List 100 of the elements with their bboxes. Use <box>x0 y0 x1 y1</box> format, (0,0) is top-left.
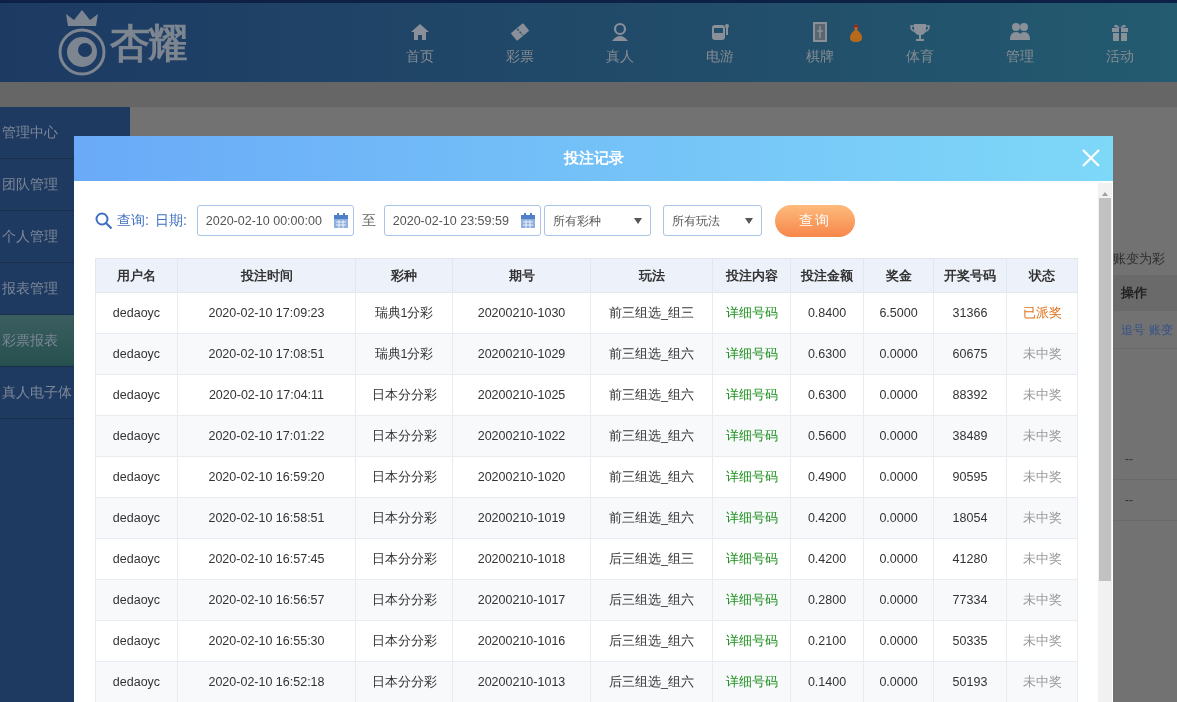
table-cell: 日本分分彩 <box>355 456 453 498</box>
column-header: 操作 <box>1113 275 1177 311</box>
table-cell: dedaoyc <box>95 497 178 539</box>
column-header: 投注金额 <box>790 258 864 293</box>
table-cell: dedaoyc <box>95 456 178 498</box>
status-text: 未中奖 <box>1006 415 1078 457</box>
nav-item[interactable]: 首页 <box>370 18 470 67</box>
table-cell: 60675 <box>933 333 1007 375</box>
scrollbar[interactable] <box>1098 183 1112 702</box>
gourd-icon <box>849 22 863 43</box>
column-header: 状态 <box>1006 258 1078 293</box>
person-icon <box>609 20 631 43</box>
table-cell: 0.0000 <box>863 374 934 416</box>
table-cell: 前三组选_组三 <box>590 292 713 334</box>
lottery-select[interactable]: 所有彩种 <box>543 205 651 236</box>
status-text: 未中奖 <box>1006 620 1078 662</box>
table-cell: 0.0000 <box>863 497 934 539</box>
table-cell: 0.0000 <box>863 456 934 498</box>
table-cell: 38489 <box>933 415 1007 457</box>
table-cell: 0.4200 <box>790 497 864 539</box>
column-header: 投注内容 <box>712 258 791 293</box>
table-cell: 0.0000 <box>863 579 934 621</box>
table-cell: 0.1400 <box>790 661 864 702</box>
table-cell: 0.8400 <box>790 292 864 334</box>
table-cell: dedaoyc <box>95 292 178 334</box>
play-select[interactable]: 所有玩法 <box>662 205 762 236</box>
status-text: 未中奖 <box>1006 661 1078 702</box>
table-cell: 0.0000 <box>863 333 934 375</box>
status-text: 未中奖 <box>1006 579 1078 621</box>
table-cell: 日本分分彩 <box>355 538 453 580</box>
date-label: 日期: <box>154 211 187 230</box>
status-text: 未中奖 <box>1006 374 1078 416</box>
query-button[interactable]: 查询 <box>774 204 855 237</box>
nav-item[interactable]: 彩票 <box>470 18 570 67</box>
table-cell: 6.5000 <box>863 292 934 334</box>
table-cell: 0.0000 <box>863 538 934 580</box>
table-cell: 20200210-1016 <box>452 620 591 662</box>
column-header: 期号 <box>452 258 591 293</box>
column-header: 玩法 <box>590 258 713 293</box>
table-cell: dedaoyc <box>95 579 178 621</box>
table-cell: 0.4900 <box>790 456 864 498</box>
table-cell: 0.6300 <box>790 333 864 375</box>
table-cell-text: -- <box>1125 451 1133 468</box>
nav-item[interactable]: 体育 <box>870 18 970 67</box>
table-cell: 88392 <box>933 374 1007 416</box>
table-cell: 2020-02-10 16:56:57 <box>177 579 356 621</box>
table-cell-text: -- <box>1125 492 1133 509</box>
status-text: 已派奖 <box>1006 292 1078 334</box>
column-header: 开奖号码 <box>933 258 1007 293</box>
status-text: 未中奖 <box>1006 497 1078 539</box>
table-cell: 20200210-1025 <box>452 374 591 416</box>
column-header: 投注时间 <box>177 258 356 293</box>
logo-text: 杏耀 <box>110 22 186 63</box>
table-cell: 0.2800 <box>790 579 864 621</box>
table-cell: 2020-02-10 16:59:20 <box>177 456 356 498</box>
table-cell: 0.0000 <box>863 620 934 662</box>
table-cell: 日本分分彩 <box>355 620 453 662</box>
table-cell: 瑞典1分彩 <box>355 292 453 334</box>
table-cell: 20200210-1013 <box>452 661 591 702</box>
end-date-field[interactable]: 2020-02-10 23:59:59 <box>383 205 541 236</box>
table-cell: 20200210-1030 <box>452 292 591 334</box>
table-cell: 2020-02-10 17:01:22 <box>177 415 356 457</box>
nav-item[interactable]: 棋牌 <box>770 18 870 67</box>
table-cell: 0.0000 <box>863 661 934 702</box>
range-separator: 至 <box>361 211 376 230</box>
table-cell: 前三组选_组六 <box>590 415 713 457</box>
status-text: 未中奖 <box>1006 456 1078 498</box>
close-button[interactable] <box>1081 147 1101 167</box>
status-text: 未中奖 <box>1006 333 1078 375</box>
table-cell: 日本分分彩 <box>355 579 453 621</box>
table-cell: 20200210-1020 <box>452 456 591 498</box>
nav-item[interactable]: 管理 <box>970 18 1070 67</box>
table-cell: 18054 <box>933 497 1007 539</box>
table-cell: 0.5600 <box>790 415 864 457</box>
table-cell: 前三组选_组六 <box>590 497 713 539</box>
table-cell: 41280 <box>933 538 1007 580</box>
table-cell: 50335 <box>933 620 1007 662</box>
nav-item[interactable]: 真人 <box>570 18 670 67</box>
scroll-thumb[interactable] <box>1099 198 1111 581</box>
table-cell: 后三组选_组六 <box>590 661 713 702</box>
table-cell: 2020-02-10 17:08:51 <box>177 333 356 375</box>
table-cell: 50193 <box>933 661 1007 702</box>
action-link[interactable]: 追号 <box>1121 320 1145 339</box>
caret-icon <box>633 217 642 224</box>
table-cell: 20200210-1019 <box>452 497 591 539</box>
dialog-title: 投注记录 <box>563 148 624 169</box>
table-cell: 0.2100 <box>790 620 864 662</box>
table-cell: dedaoyc <box>95 415 178 457</box>
search-icon <box>95 211 113 230</box>
nav-item[interactable]: 活动 <box>1070 18 1170 67</box>
table-cell: 日本分分彩 <box>355 497 453 539</box>
table-cell: 日本分分彩 <box>355 415 453 457</box>
table-cell: 2020-02-10 16:52:18 <box>177 661 356 702</box>
table-cell: dedaoyc <box>95 620 178 662</box>
table-cell: 0.6300 <box>790 374 864 416</box>
column-header: 用户名 <box>95 258 178 293</box>
start-date-field[interactable]: 2020-02-10 00:00:00 <box>196 205 354 236</box>
close-icon <box>1081 148 1101 169</box>
action-link[interactable]: 账变 <box>1149 320 1173 339</box>
nav-item[interactable]: 电游 <box>670 18 770 67</box>
